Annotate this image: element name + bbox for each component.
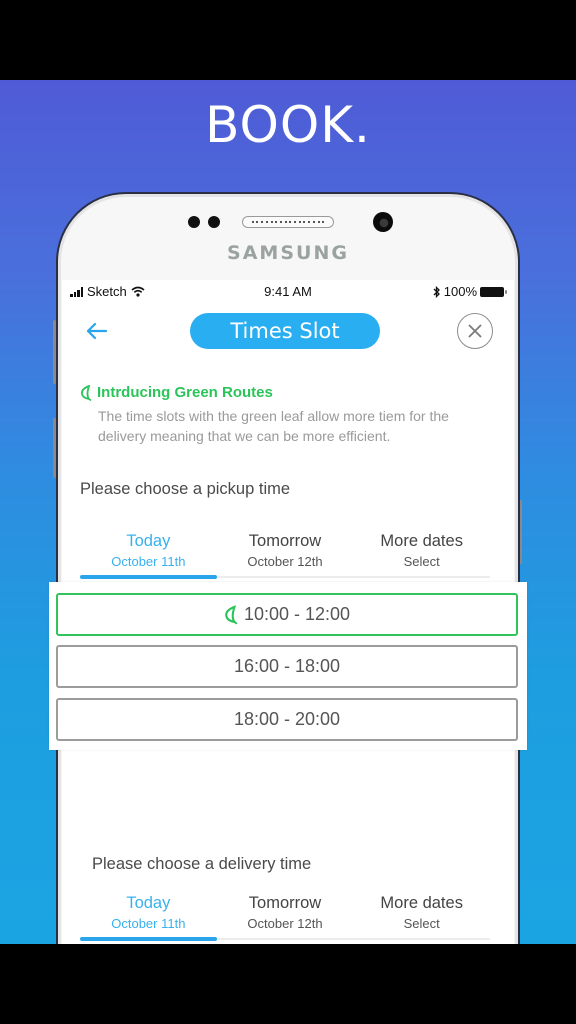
letterbox-top — [0, 0, 576, 80]
tab-date: October 12th — [247, 916, 323, 931]
tab-date: Select — [403, 554, 440, 569]
tab-title: Today — [126, 894, 171, 912]
pickup-date-tabs: Today October 11th Tomorrow October 12th… — [80, 530, 490, 579]
time-slot[interactable]: 16:00 - 18:00 — [56, 645, 518, 688]
pickup-tab-more-dates[interactable]: More dates Select — [353, 530, 490, 576]
promo-headline: BOOK. — [205, 96, 371, 154]
sensor-dot — [188, 216, 200, 228]
tab-date: October 11th — [111, 916, 186, 931]
close-button[interactable] — [457, 313, 493, 349]
intro-body: The time slots with the green leaf allow… — [98, 408, 449, 444]
tab-title: Tomorrow — [248, 532, 322, 550]
tab-title: Today — [126, 532, 171, 550]
letterbox-bottom — [0, 944, 576, 1024]
battery-percent: 100% — [443, 284, 477, 299]
delivery-tab-tomorrow[interactable]: Tomorrow October 12th — [217, 892, 354, 938]
back-button[interactable] — [84, 318, 114, 344]
slot-time: 10:00 - 12:00 — [243, 604, 351, 624]
arrow-left-icon — [86, 322, 108, 340]
tab-date: October 12th — [247, 554, 323, 569]
pickup-tab-today[interactable]: Today October 11th — [80, 530, 217, 579]
device-brand: SAMSUNG — [227, 242, 349, 264]
leaf-icon — [80, 384, 92, 401]
intro-title: Intrducing Green Routes — [97, 384, 273, 401]
time-slot[interactable]: 18:00 - 20:00 — [56, 698, 518, 741]
delivery-tab-today[interactable]: Today October 11th — [80, 892, 217, 941]
tab-title: Tomorrow — [248, 894, 322, 912]
speaker-grille — [242, 216, 334, 228]
front-camera — [373, 212, 393, 232]
delivery-date-tabs: Today October 11th Tomorrow October 12th… — [80, 892, 490, 941]
slot-time: 16:00 - 18:00 — [233, 656, 341, 676]
pickup-label: Please choose a pickup time — [80, 480, 291, 498]
leaf-icon — [225, 604, 238, 624]
pickup-tab-tomorrow[interactable]: Tomorrow October 12th — [217, 530, 354, 576]
delivery-tab-more-dates[interactable]: More dates Select — [353, 892, 490, 938]
tab-date: Select — [403, 916, 440, 931]
tab-title: More dates — [380, 532, 463, 550]
bluetooth-icon — [433, 285, 440, 298]
nav-bar: Times Slot — [62, 310, 514, 354]
close-icon — [468, 324, 482, 338]
tab-title: More dates — [380, 894, 463, 912]
green-routes-info: Intrducing Green Routes The time slots w… — [80, 384, 500, 446]
slot-time: 18:00 - 20:00 — [233, 709, 341, 729]
page-title: Times Slot — [190, 313, 380, 349]
pickup-time-slots: 10:00 - 12:00 16:00 - 18:00 18:00 - 20:0… — [49, 582, 527, 750]
battery-icon — [480, 286, 507, 297]
sensor-dot — [208, 216, 220, 228]
tab-date: October 11th — [111, 554, 186, 569]
time-slot[interactable]: 10:00 - 12:00 — [56, 593, 518, 636]
status-bar: Sketch 9:41 AM 100% — [62, 280, 514, 304]
delivery-label: Please choose a delivery time — [92, 855, 312, 873]
